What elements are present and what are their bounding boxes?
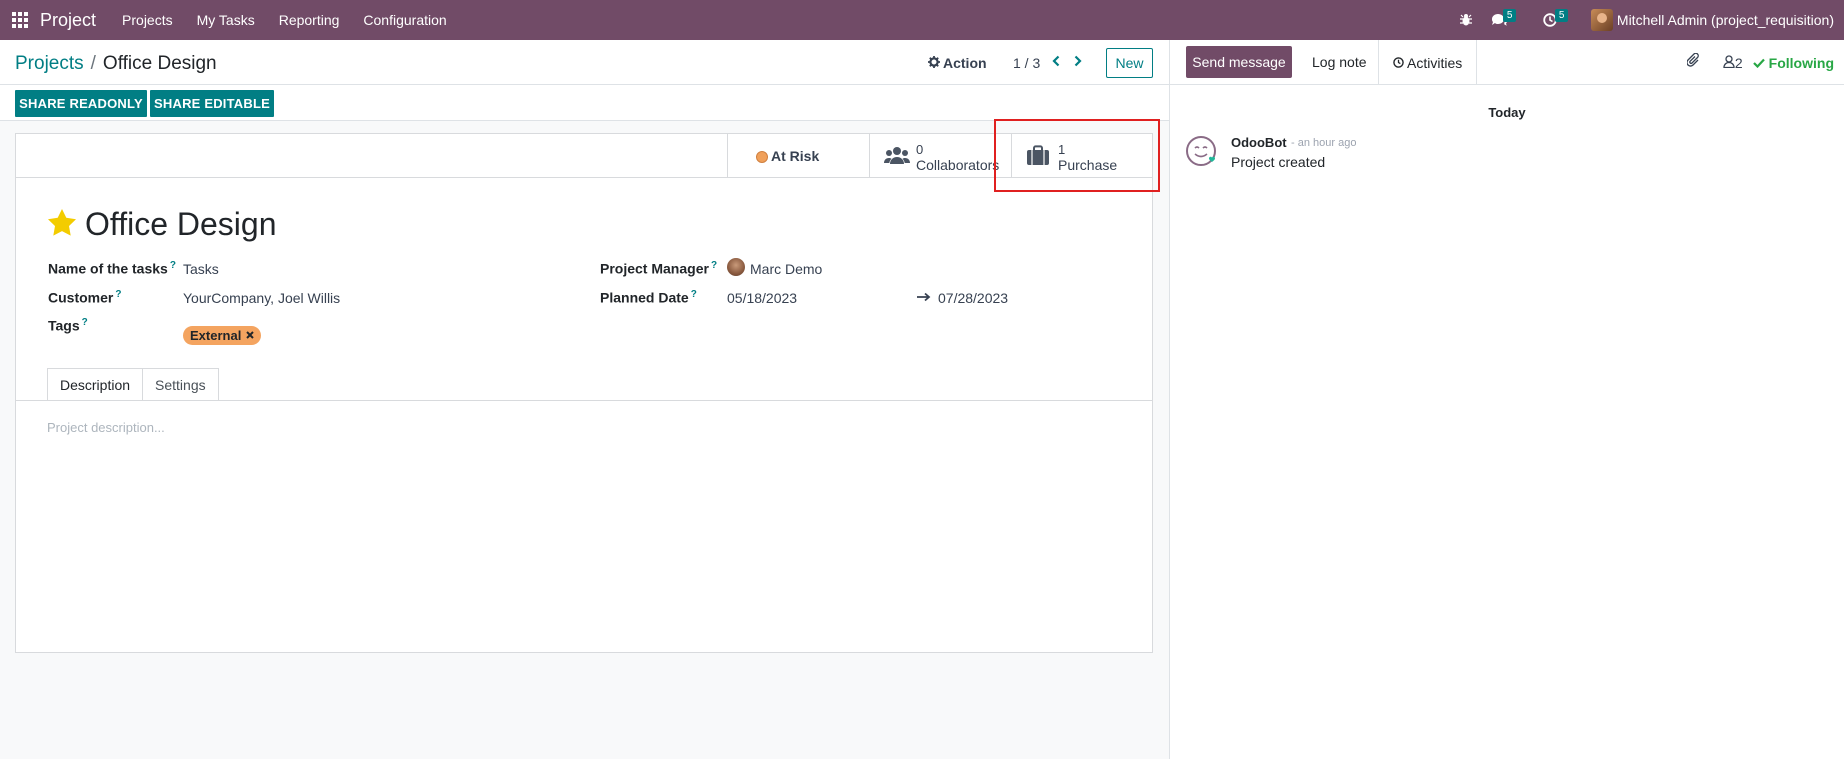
form-sheet: At Risk 0 Collaborators 1 Purchase Offic…	[15, 133, 1153, 653]
planned-date-label: Planned Date?	[600, 289, 697, 306]
activities-label: Activities	[1407, 54, 1463, 71]
menu-item-my-tasks[interactable]: My Tasks	[185, 0, 267, 40]
purchase-count: 1	[1058, 142, 1066, 157]
control-panel: Projects / Office Design Action 1 / 3 Ne…	[0, 40, 1169, 85]
message-body: Project created	[1231, 154, 1326, 170]
manager-avatar	[727, 258, 745, 276]
share-editable-button[interactable]: SHARE EDITABLE	[150, 90, 274, 117]
app-brand[interactable]: Project	[40, 10, 96, 31]
messages-badge: 5	[1502, 9, 1517, 22]
tasks-name-field[interactable]: Tasks	[183, 261, 219, 277]
main-menu: Projects My Tasks Reporting Configuratio…	[110, 0, 459, 40]
send-message-button[interactable]: Send message	[1186, 46, 1292, 78]
following-button[interactable]: Following	[1752, 54, 1834, 71]
pager-next-icon[interactable]	[1068, 51, 1088, 71]
activities-badge: 5	[1554, 9, 1569, 22]
breadcrumb-projects-link[interactable]: Projects	[15, 53, 84, 75]
users-icon	[884, 145, 910, 171]
status-label: At Risk	[771, 148, 820, 164]
customer-field[interactable]: YourCompany, Joel Willis	[183, 290, 340, 306]
tag-label: External	[190, 328, 242, 343]
top-navbar: Project Projects My Tasks Reporting Conf…	[0, 0, 1844, 40]
odoobot-avatar	[1185, 135, 1219, 169]
menu-item-reporting[interactable]: Reporting	[267, 0, 352, 40]
header-buttons-bar: SHARE READONLY SHARE EDITABLE	[0, 85, 1169, 121]
action-label: Action	[943, 55, 987, 71]
tab-settings[interactable]: Settings	[143, 368, 219, 401]
description-editor[interactable]: Project description...	[47, 420, 165, 435]
project-manager-label: Project Manager?	[600, 260, 718, 277]
tabs-divider	[16, 400, 1152, 401]
pager-prev-icon[interactable]	[1046, 51, 1066, 71]
project-title[interactable]: Office Design	[85, 206, 277, 243]
menu-item-configuration[interactable]: Configuration	[351, 0, 458, 40]
activities-button[interactable]: Activities	[1378, 40, 1478, 85]
user-name: Mitchell Admin (project_requisition)	[1616, 12, 1834, 28]
check-icon	[1752, 55, 1765, 71]
breadcrumb: Projects / Office Design	[15, 53, 217, 75]
user-icon	[1723, 54, 1735, 71]
chatter-actions: 2 Following	[1686, 40, 1834, 85]
share-readonly-button[interactable]: SHARE READONLY	[15, 90, 147, 117]
log-note-button[interactable]: Log note	[1300, 46, 1379, 78]
pager-value[interactable]: 1 / 3	[1013, 55, 1040, 71]
favorite-star-icon[interactable]	[47, 208, 77, 241]
new-button[interactable]: New	[1106, 48, 1153, 78]
tag-remove-icon[interactable]	[246, 330, 255, 342]
collaborators-button[interactable]: 0 Collaborators	[869, 134, 1011, 178]
collaborators-label: Collaborators	[916, 157, 1000, 173]
tab-description[interactable]: Description	[47, 368, 144, 401]
debug-bug-icon[interactable]	[1450, 0, 1482, 40]
title-row: Office Design	[47, 206, 277, 243]
arrow-right-icon	[917, 289, 931, 305]
paperclip-icon[interactable]	[1686, 52, 1701, 72]
followers-count: 2	[1734, 54, 1743, 71]
status-dot-icon	[756, 151, 768, 163]
chatter-topbar: Send message Log note Activities 2 Follo…	[1170, 40, 1844, 85]
status-at-risk-button[interactable]: At Risk	[727, 134, 869, 178]
purchase-label: Purchase	[1058, 157, 1118, 173]
message-time: - an hour ago	[1291, 137, 1357, 149]
message-author[interactable]: OdooBot	[1231, 135, 1287, 150]
clock-icon	[1393, 55, 1404, 71]
customer-label: Customer?	[48, 289, 122, 306]
following-label: Following	[1768, 54, 1834, 71]
date-separator: Today	[1488, 105, 1526, 120]
breadcrumb-current: Office Design	[102, 53, 217, 74]
collaborators-count: 0	[916, 142, 924, 157]
planned-start-date-field[interactable]: 05/18/2023	[727, 290, 797, 306]
gear-icon	[928, 55, 940, 71]
menu-item-projects[interactable]: Projects	[110, 0, 185, 40]
activities-clock-icon[interactable]: 5	[1534, 0, 1583, 40]
chatter-panel: Send message Log note Activities 2 Follo…	[1169, 40, 1844, 759]
breadcrumb-separator: /	[90, 53, 96, 74]
briefcase-icon	[1026, 145, 1050, 171]
tasks-name-label: Name of the tasks?	[48, 260, 176, 277]
messages-icon[interactable]: 5	[1482, 0, 1534, 40]
smart-button-box: At Risk 0 Collaborators 1 Purchase	[16, 134, 1152, 178]
apps-menu-icon[interactable]	[2, 0, 38, 40]
tag-external[interactable]: External	[183, 326, 262, 345]
followers-button[interactable]: 2	[1723, 55, 1743, 71]
action-menu-button[interactable]: Action	[928, 55, 987, 71]
project-manager-field[interactable]: Marc Demo	[750, 261, 822, 277]
systray: 5 5 Mitchell Admin (project_requisition)	[1450, 0, 1844, 40]
planned-end-date-field[interactable]: 07/28/2023	[938, 290, 1008, 306]
purchase-button[interactable]: 1 Purchase	[1011, 134, 1153, 178]
user-avatar	[1590, 9, 1613, 31]
user-menu[interactable]: Mitchell Admin (project_requisition)	[1583, 0, 1844, 40]
notebook-tabs: Description Settings	[47, 368, 219, 401]
tags-label: Tags?	[48, 317, 88, 334]
